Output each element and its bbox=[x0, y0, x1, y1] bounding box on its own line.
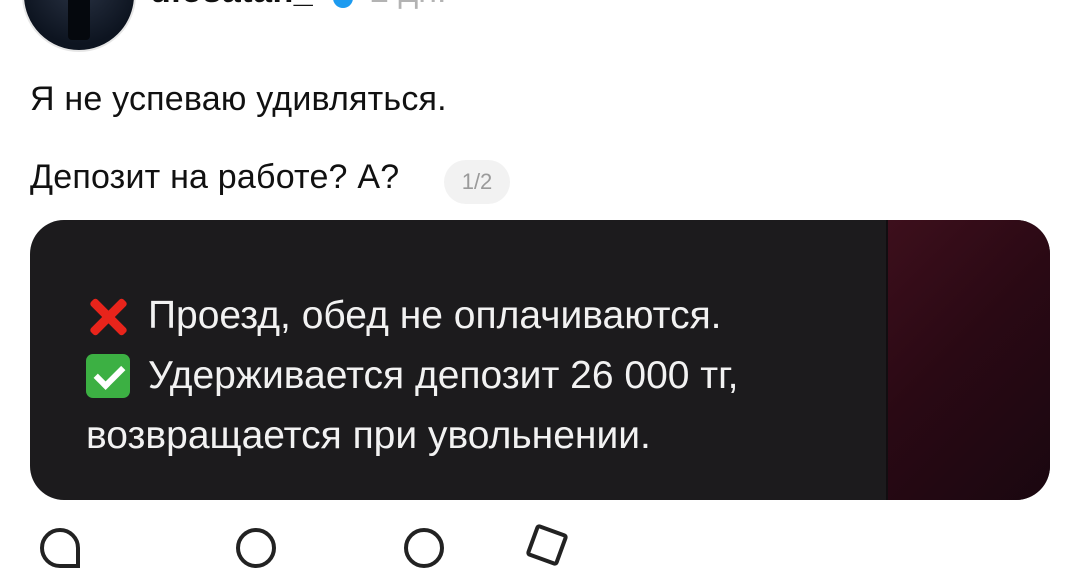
media-line-3-text: возвращается при увольнении. bbox=[86, 414, 651, 457]
media-card-text: Проезд, обед не оплачиваются. Удерживает… bbox=[86, 286, 738, 466]
media-line-1: Проезд, обед не оплачиваются. bbox=[86, 286, 738, 346]
avatar[interactable] bbox=[22, 0, 136, 52]
like-icon[interactable] bbox=[40, 528, 80, 568]
verified-badge-icon bbox=[333, 0, 353, 8]
post-action-bar bbox=[0, 523, 1080, 568]
post-timestamp: 2 дн. bbox=[370, 0, 446, 11]
media-line-2: Удерживается депозит 26 000 тг, bbox=[86, 346, 738, 406]
media-line-1-text: Проезд, обед не оплачиваются. bbox=[148, 294, 722, 337]
cross-mark-icon bbox=[86, 294, 130, 338]
post-text-line-2: Депозит на работе? А? bbox=[30, 158, 400, 196]
author-username[interactable]: dlosatan_ bbox=[150, 0, 313, 11]
media-counter-badge: 1/2 bbox=[444, 160, 510, 204]
repost-icon[interactable] bbox=[404, 528, 444, 568]
media-card[interactable]: Проезд, обед не оплачиваются. Удерживает… bbox=[30, 220, 1050, 500]
media-line-3: возвращается при увольнении. bbox=[86, 406, 738, 466]
post-text-line-1: Я не успеваю удивляться. bbox=[30, 80, 447, 118]
media-line-2-text: Удерживается депозит 26 000 тг, bbox=[148, 354, 739, 397]
avatar-figure bbox=[68, 0, 90, 40]
comment-icon[interactable] bbox=[236, 528, 276, 568]
media-card-accent bbox=[888, 220, 1050, 500]
check-mark-icon bbox=[86, 354, 130, 398]
share-icon[interactable] bbox=[525, 523, 569, 567]
media-card-divider bbox=[886, 220, 888, 500]
